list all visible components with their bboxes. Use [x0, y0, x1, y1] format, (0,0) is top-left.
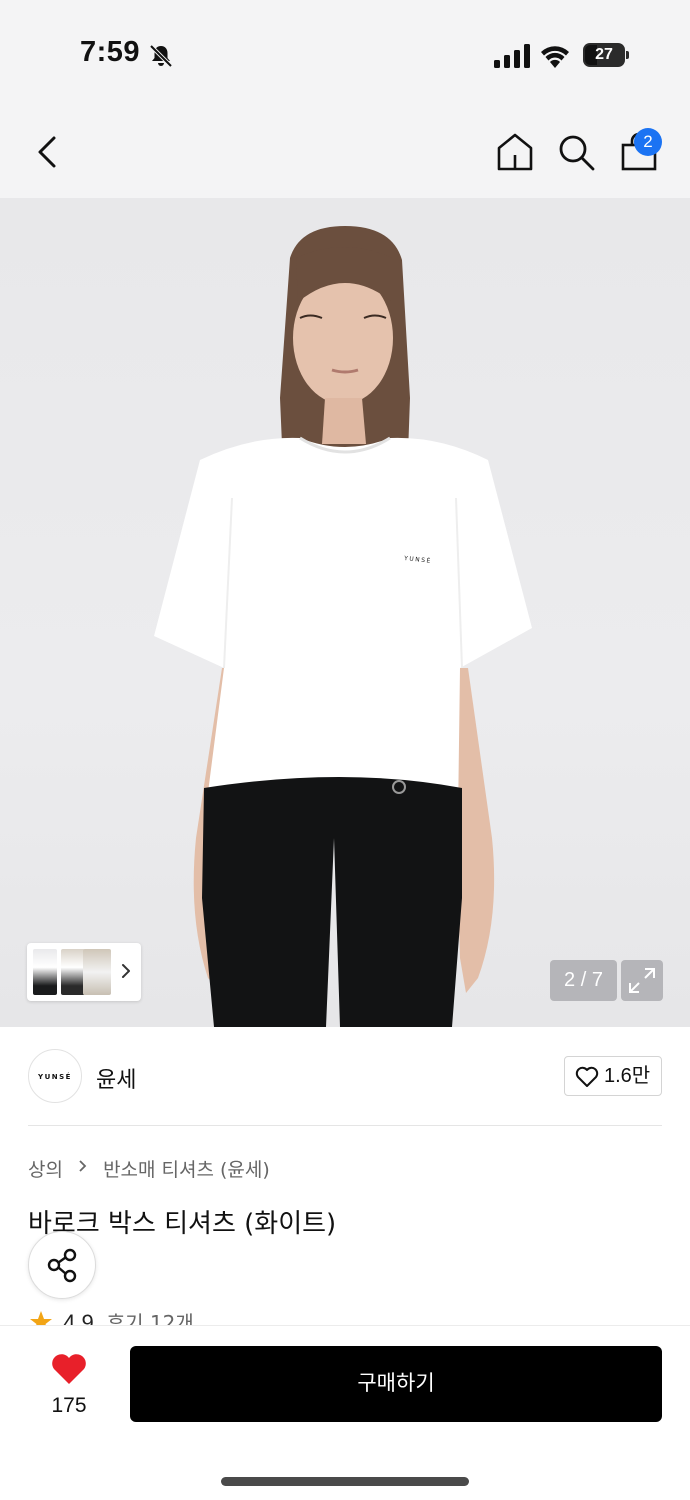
home-indicator[interactable]	[221, 1477, 469, 1486]
chevron-left-icon[interactable]	[30, 132, 66, 172]
heart-filled-icon	[52, 1354, 86, 1384]
brand-name[interactable]: 윤세	[96, 1062, 136, 1094]
rating-value: 4.9	[63, 1310, 94, 1325]
wishlist-count: 175	[51, 1394, 87, 1417]
brand-like-count: 1.6만	[604, 1065, 651, 1087]
expand-icon	[629, 968, 655, 993]
share-button[interactable]	[28, 1231, 96, 1299]
brand-like-button[interactable]: 1.6만	[564, 1056, 662, 1096]
status-time: 7:59	[80, 36, 141, 68]
rating-row[interactable]: 4.9 후기 12개	[28, 1309, 194, 1325]
home-icon[interactable]	[496, 132, 534, 172]
thumbnail-image[interactable]	[61, 949, 85, 995]
model-photo: YUNSÉ	[154, 226, 532, 1027]
thumbnail-image[interactable]	[83, 949, 111, 995]
wifi-icon	[541, 46, 569, 68]
expand-button[interactable]	[621, 960, 663, 1001]
wishlist-button[interactable]: 175	[30, 1348, 108, 1424]
heart-outline-icon	[575, 1066, 599, 1087]
breadcrumb-subcategory[interactable]: 반소매 티셔츠 (윤세)	[103, 1155, 270, 1182]
search-icon[interactable]	[556, 132, 596, 172]
share-icon	[47, 1248, 77, 1283]
breadcrumb-category[interactable]: 상의	[28, 1155, 63, 1182]
star-icon	[30, 1311, 52, 1325]
bottom-action-bar: 175 구매하기	[0, 1325, 690, 1500]
battery-icon: 27	[583, 43, 629, 67]
chevron-right-icon	[79, 1160, 87, 1172]
cart-count-badge: 2	[634, 128, 662, 156]
status-bar: 7:59 27	[0, 0, 690, 100]
divider	[28, 1125, 662, 1126]
product-image[interactable]: YUNSÉ	[0, 198, 690, 1027]
thumbnail-strip[interactable]	[27, 943, 141, 1001]
image-page-counter: 2 / 7	[550, 960, 617, 1001]
thumbnail-image[interactable]	[33, 949, 57, 995]
review-count[interactable]: 후기 12개	[107, 1309, 194, 1325]
top-nav-bar	[0, 100, 690, 198]
bell-slash-icon	[149, 44, 173, 68]
signal-icon	[494, 44, 530, 68]
brand-row[interactable]: YUNSÉ 윤세 1.6만	[0, 1028, 690, 1126]
breadcrumb: 상의 반소매 티셔츠 (윤세)	[28, 1155, 270, 1181]
battery-level: 27	[595, 46, 613, 63]
chevron-right-icon[interactable]	[119, 959, 133, 983]
buy-button[interactable]: 구매하기	[130, 1346, 662, 1422]
brand-logo[interactable]: YUNSÉ	[28, 1049, 82, 1103]
